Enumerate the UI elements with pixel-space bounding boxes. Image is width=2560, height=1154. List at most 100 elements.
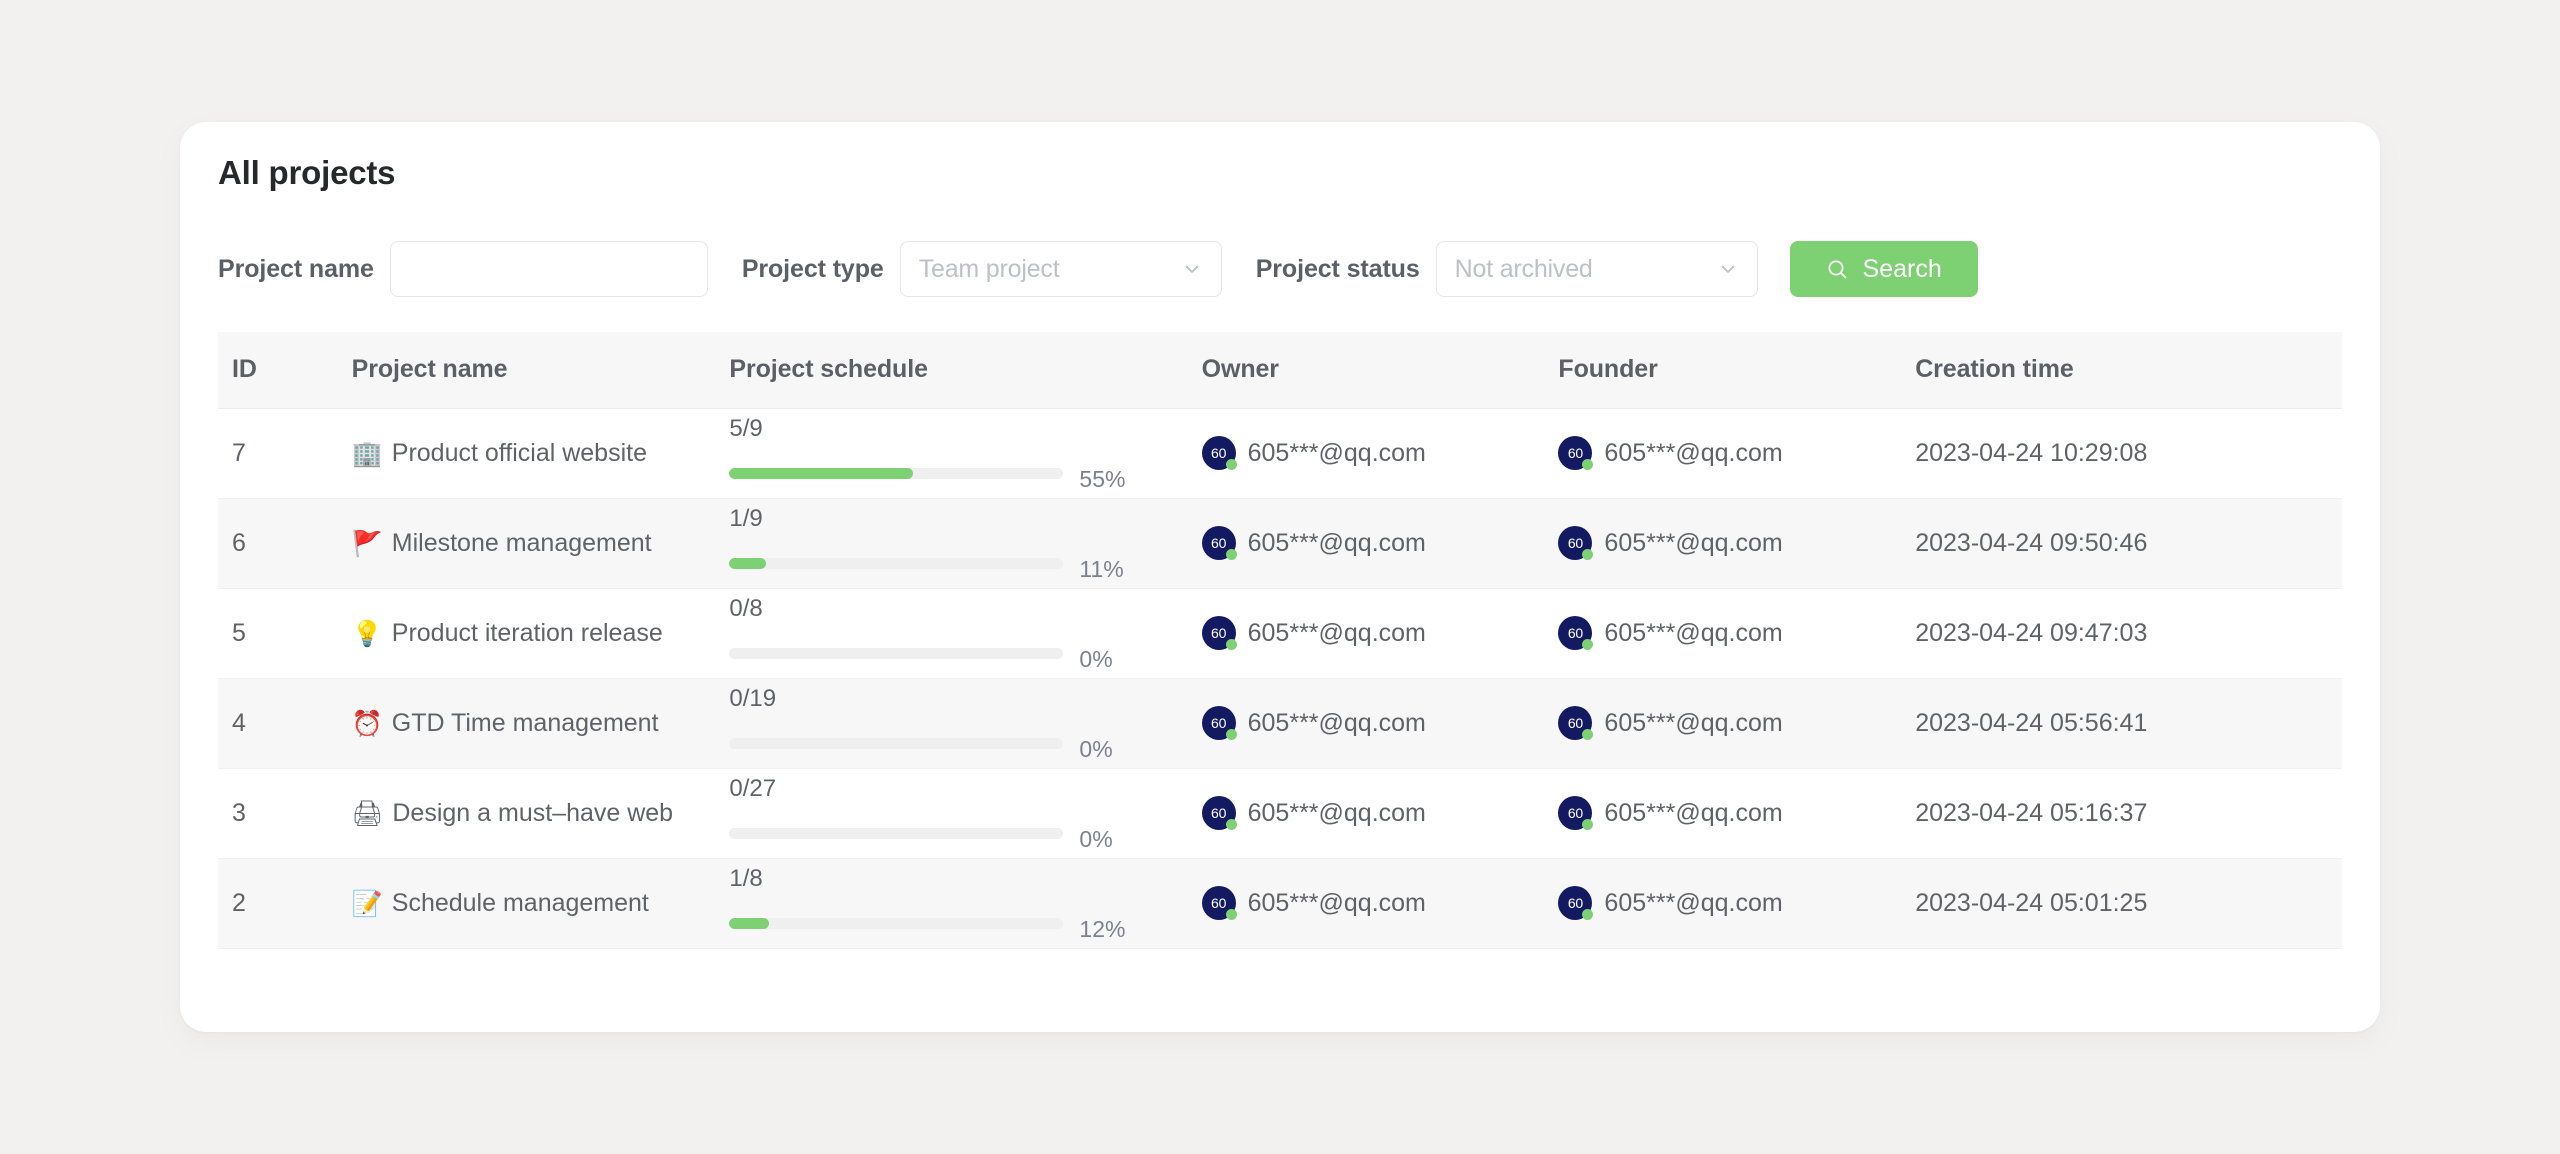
memo-icon: 📝 [352, 891, 383, 916]
creation-time-text: 2023-04-24 05:56:41 [1915, 709, 2147, 737]
avatar-initials: 60 [1568, 625, 1583, 641]
cell-id: 7 [218, 408, 338, 498]
owner-email: 605***@qq.com [1248, 439, 1426, 468]
project-name-text: Milestone management [392, 529, 652, 558]
cell-creation-time: 2023-04-24 05:16:37 [1901, 768, 2342, 858]
founder-email: 605***@qq.com [1604, 619, 1782, 648]
cell-founder: 60 605***@qq.com [1544, 408, 1901, 498]
table-row[interactable]: 7🏢Product official website5/955%60605***… [218, 408, 2342, 498]
chevron-down-icon [1717, 258, 1739, 280]
cell-founder: 60605***@qq.com [1544, 678, 1901, 768]
progress-percent-label: 0% [1079, 828, 1112, 851]
cell-id: 4 [218, 678, 338, 768]
avatar[interactable]: 60 [1558, 616, 1592, 650]
cell-project-name: ⏰GTD Time management [338, 678, 716, 768]
avatar[interactable]: 60 [1558, 886, 1592, 920]
online-status-dot [1582, 639, 1593, 650]
table-row[interactable]: 4⏰GTD Time management0/190% 60 605***@qq.c… [218, 678, 2342, 768]
project-name-text: Schedule management [392, 889, 649, 918]
column-header-id[interactable]: ID [218, 332, 338, 408]
column-header-created[interactable]: Creation time [1901, 332, 2342, 408]
avatar[interactable]: 60 [1558, 526, 1592, 560]
cell-project-name: 🏢 Product official website [338, 408, 716, 498]
cell-project-schedule: 0/190% [715, 678, 1187, 768]
owner-email: 605***@qq.com [1248, 799, 1426, 828]
printer-icon: 🖨 [352, 801, 384, 826]
page-title: All projects [218, 154, 395, 192]
cell-owner: 60 605***@qq.com [1188, 678, 1545, 768]
progress-bar-fill [729, 468, 913, 479]
project-name-text: Product official website [392, 439, 647, 468]
progress-bar-track [729, 648, 1063, 659]
schedule-fraction: 0/8 [729, 597, 1173, 621]
table-header-row: ID Project name Project schedule Owner F… [218, 332, 2342, 408]
cell-owner: 60 605***@qq.com [1188, 498, 1545, 588]
cell-creation-time: 2023-04-24 05:01:25 [1901, 858, 2342, 948]
chevron-down-icon [1181, 258, 1203, 280]
cell-id: 5 [218, 588, 338, 678]
avatar-initials: 60 [1211, 445, 1226, 461]
creation-time-text: 2023-04-24 09:50:46 [1915, 529, 2147, 557]
search-button-label: Search [1863, 255, 1942, 284]
table-row[interactable]: 2📝Schedule management1/812%60605***@qq.c… [218, 858, 2342, 948]
progress-percent-label: 0% [1079, 648, 1112, 671]
avatar[interactable]: 60 [1202, 526, 1236, 560]
avatar[interactable]: 60 [1202, 436, 1236, 470]
online-status-dot [1226, 909, 1237, 920]
owner-email: 605***@qq.com [1248, 709, 1426, 738]
cell-project-name: 💡 Product iteration release [338, 588, 716, 678]
column-header-owner[interactable]: Owner [1188, 332, 1545, 408]
owner-email: 605***@qq.com [1248, 619, 1426, 648]
avatar-initials: 60 [1568, 805, 1583, 821]
table-row[interactable]: 6🚩Milestone management1/911%60605***@qq.… [218, 498, 2342, 588]
online-status-dot [1582, 549, 1593, 560]
avatar[interactable]: 60 [1558, 706, 1592, 740]
online-status-dot [1226, 639, 1237, 650]
cell-creation-time: 2023-04-24 09:50:46 [1901, 498, 2342, 588]
online-status-dot [1226, 459, 1237, 470]
creation-time-text: 2023-04-24 09:47:03 [1915, 619, 2147, 647]
project-type-value: Team project [919, 255, 1060, 284]
cell-creation-time: 2023-04-24 05:56:41 [1901, 678, 2342, 768]
project-status-select[interactable]: Not archived [1436, 241, 1758, 297]
founder-email: 605***@qq.com [1604, 439, 1782, 468]
column-header-schedule[interactable]: Project schedule [715, 332, 1187, 408]
progress-bar-track [729, 918, 1063, 929]
search-button[interactable]: Search [1790, 241, 1978, 297]
avatar[interactable]: 60 [1202, 796, 1236, 830]
progress-bar-fill [729, 918, 769, 929]
online-status-dot [1582, 459, 1593, 470]
owner-email: 605***@qq.com [1248, 889, 1426, 918]
schedule-fraction: 1/9 [729, 507, 1173, 531]
progress-percent-label: 11% [1079, 558, 1123, 581]
avatar[interactable]: 60 [1202, 706, 1236, 740]
projects-table: ID Project name Project schedule Owner F… [218, 332, 2342, 949]
column-header-name[interactable]: Project name [338, 332, 716, 408]
cell-founder: 60 605***@qq.com [1544, 588, 1901, 678]
online-status-dot [1226, 729, 1237, 740]
cell-project-schedule: 0/270% [715, 768, 1187, 858]
avatar-initials: 60 [1211, 895, 1226, 911]
light-bulb-icon: 💡 [352, 621, 383, 646]
alarm-clock-icon: ⏰ [352, 711, 383, 736]
avatar[interactable]: 60 [1202, 886, 1236, 920]
project-type-label: Project type [742, 255, 884, 284]
cell-founder: 60605***@qq.com [1544, 858, 1901, 948]
project-name-input[interactable] [390, 241, 708, 297]
avatar[interactable]: 60 [1558, 436, 1592, 470]
cell-founder: 60605***@qq.com [1544, 498, 1901, 588]
project-type-select[interactable]: Team project [900, 241, 1222, 297]
cell-id: 2 [218, 858, 338, 948]
avatar[interactable]: 60 [1202, 616, 1236, 650]
cell-project-name: 🚩Milestone management [338, 498, 716, 588]
online-status-dot [1226, 549, 1237, 560]
column-header-founder[interactable]: Founder [1544, 332, 1901, 408]
project-name-text: Product iteration release [392, 619, 663, 648]
table-row[interactable]: 3🖨Design a must–have web0/270%60605***@q… [218, 768, 2342, 858]
owner-email: 605***@qq.com [1248, 529, 1426, 558]
table-row[interactable]: 5 💡 Product iteration release 0/8 0% 60 605***… [218, 588, 2342, 678]
avatar[interactable]: 60 [1558, 796, 1592, 830]
progress-percent-label: 12% [1079, 918, 1125, 941]
office-building-icon: 🏢 [352, 441, 383, 466]
project-name-label: Project name [218, 255, 374, 284]
